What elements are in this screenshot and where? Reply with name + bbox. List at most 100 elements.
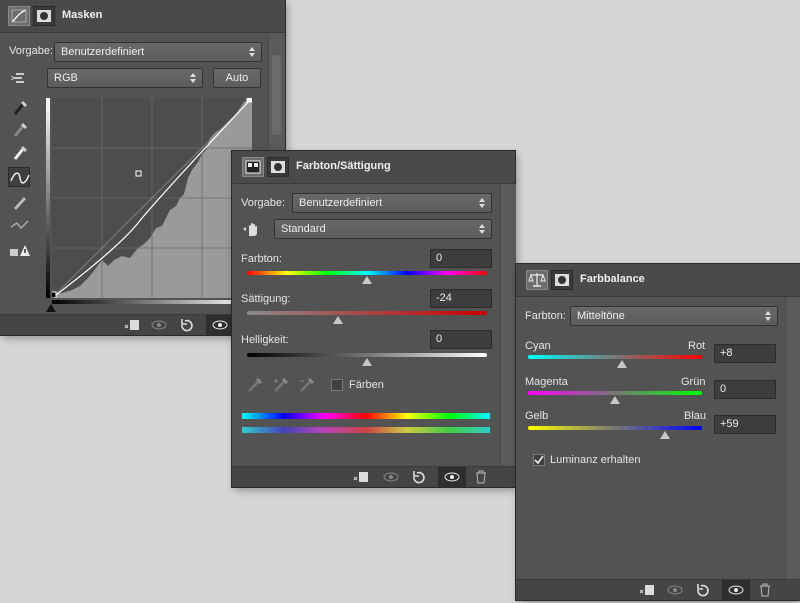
color-balance-panel: Farbbalance Farbton: Mitteltöne Cyan Rot… [516,264,800,600]
view-previous-state-icon[interactable] [382,469,400,485]
yellow-blue-slider-track[interactable] [528,426,702,430]
colorize-label: Färben [349,379,384,391]
magenta-label: Magenta [525,376,568,388]
color-range-dropdown[interactable]: Standard [274,219,492,239]
chevron-updown-icon [479,224,485,234]
cyan-red-slider-track[interactable] [528,355,702,359]
hue-saturation-title: Farbton/Sättigung [296,160,391,172]
blue-label: Blau [684,410,707,422]
clip-to-layer-icon[interactable] [352,469,370,485]
eyedropper-minus-icon[interactable] [298,376,316,394]
lightness-slider-track[interactable] [247,353,487,357]
hue-saturation-scrollbar[interactable] [500,184,516,467]
white-point-eyedropper-icon[interactable] [9,143,31,163]
input-gradient [52,300,252,304]
hue-slider-track[interactable] [247,271,487,275]
saturation-value-field[interactable]: -24 [430,289,492,308]
visibility-eye-icon[interactable] [722,580,750,600]
color-balance-footer [516,579,800,600]
gray-point-eyedropper-icon[interactable] [9,120,31,140]
curve-points-tool-icon[interactable] [8,167,30,187]
curve-graph[interactable] [49,96,253,299]
lightness-value-field[interactable]: 0 [430,330,492,349]
cyan-label: Cyan [525,340,551,352]
color-range-value: Standard [281,223,326,235]
clip-to-layer-icon[interactable] [638,582,656,598]
chevron-updown-icon [249,47,255,57]
trash-icon[interactable] [472,469,490,485]
source-spectrum-bar [242,413,490,419]
mask-tab-icon[interactable] [267,157,289,177]
eyedropper-plus-icon[interactable] [272,376,290,394]
result-spectrum-bar [242,427,490,433]
lightness-slider-thumb[interactable] [362,358,372,366]
chevron-updown-icon [190,73,196,83]
magenta-green-value-field[interactable]: 0 [714,380,776,399]
hue-preset-dropdown[interactable]: Benutzerdefiniert [292,193,492,213]
mask-tab-icon[interactable] [551,270,573,290]
view-previous-state-icon[interactable] [150,317,168,333]
curve-point[interactable] [49,291,57,299]
magenta-green-slider-track[interactable] [528,391,702,395]
color-balance-scrollbar[interactable] [785,297,800,580]
curve-graph-canvas[interactable] [49,96,253,299]
hue-label: Farbton: [241,253,282,265]
color-balance-header: Farbbalance [516,264,800,297]
reset-icon[interactable] [178,317,196,333]
visibility-eye-icon[interactable] [206,315,234,335]
preserve-luminosity-checkbox[interactable] [533,454,545,466]
auto-button[interactable]: Auto [213,68,261,88]
colorize-checkbox[interactable] [331,379,343,391]
curves-panel-title: Masken [62,9,103,21]
hue-preset-value: Benutzerdefiniert [299,197,383,209]
output-gradient [46,98,50,298]
hue-value-field[interactable]: 0 [430,249,492,268]
targeted-adjustment-hand-icon[interactable] [241,219,263,239]
curve-point[interactable] [246,96,253,103]
preserve-luminosity-label: Luminanz erhalten [550,454,641,466]
hue-slider-thumb[interactable] [362,276,372,284]
hue-saturation-header: Farbton/Sättigung [232,151,515,184]
scroll-thumb[interactable] [272,55,281,135]
visibility-eye-icon[interactable] [438,467,466,487]
black-point-eyedropper-icon[interactable] [9,98,31,118]
curves-vorgabe-label: Vorgabe: [9,45,54,57]
chevron-updown-icon [765,311,771,321]
black-input-slider-icon[interactable] [46,304,56,312]
view-previous-state-icon[interactable] [666,582,684,598]
cyan-red-value-field[interactable]: +8 [714,344,776,363]
reset-icon[interactable] [694,582,712,598]
saturation-slider-track[interactable] [247,311,487,315]
curves-preset-value: Benutzerdefiniert [61,46,145,58]
magenta-green-slider-thumb[interactable] [610,396,620,404]
red-label: Rot [688,340,706,352]
channel-dropdown[interactable]: RGB [47,68,203,88]
reset-icon[interactable] [410,469,428,485]
yellow-label: Gelb [525,410,549,422]
curves-panel-header: Masken [0,0,285,33]
curves-preset-dropdown[interactable]: Benutzerdefiniert [54,42,262,62]
clipping-warning-icon[interactable] [9,240,31,260]
saturation-label: Sättigung: [241,293,291,305]
pencil-icon[interactable] [9,192,31,212]
color-balance-tab-icon[interactable] [526,270,548,290]
tone-dropdown[interactable]: Mitteltöne [570,306,778,326]
tone-label: Farbton: [525,310,566,322]
clip-to-layer-icon[interactable] [123,317,141,333]
yellow-blue-value-field[interactable]: +59 [714,415,776,434]
saturation-slider-thumb[interactable] [333,316,344,324]
hand-target-icon[interactable] [9,68,31,88]
hue-saturation-tab-icon[interactable] [242,157,264,177]
smooth-curve-icon[interactable] [9,215,31,235]
yellow-blue-slider-thumb[interactable] [660,431,671,439]
lightness-label: Helligkeit: [241,334,289,346]
channel-value: RGB [54,72,78,84]
chevron-updown-icon [479,198,485,208]
mask-tab-icon[interactable] [33,6,55,26]
curves-tab-icon[interactable] [8,6,30,26]
curve-point[interactable] [135,170,142,177]
checkmark-icon [534,455,544,465]
eyedropper-icon[interactable] [246,376,264,394]
cyan-red-slider-thumb[interactable] [616,360,627,368]
trash-icon[interactable] [756,582,774,598]
